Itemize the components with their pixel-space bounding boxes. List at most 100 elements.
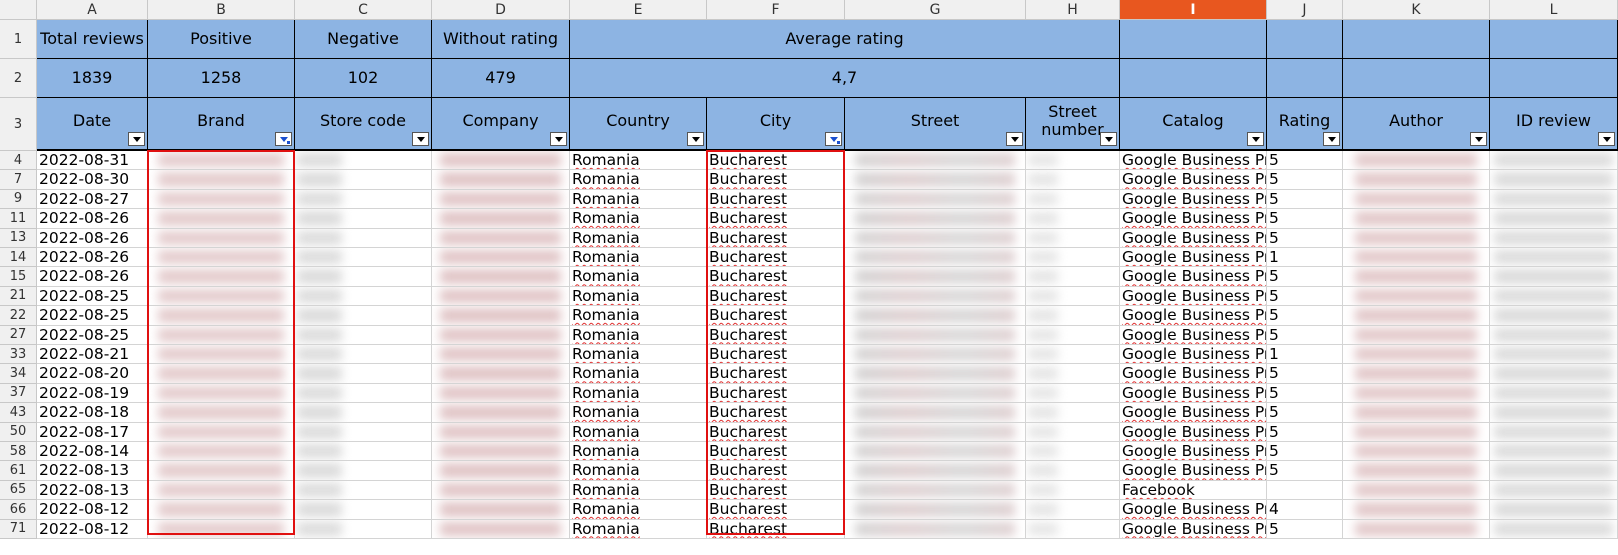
cell-catalog[interactable]: Facebook: [1120, 480, 1267, 501]
cell-street-redacted[interactable]: [845, 383, 1026, 404]
cell-author-redacted[interactable]: [1343, 461, 1490, 481]
cell-brand-redacted[interactable]: [148, 248, 295, 268]
cell-date[interactable]: 2022-08-31: [37, 151, 148, 171]
row-header[interactable]: 37: [0, 383, 37, 404]
cell-brand-redacted[interactable]: [148, 189, 295, 210]
cell-date[interactable]: 2022-08-25: [37, 306, 148, 326]
cell-street-number-redacted[interactable]: [1026, 189, 1120, 210]
cell-author-redacted[interactable]: [1343, 345, 1490, 365]
cell-store-code-redacted[interactable]: [295, 480, 432, 501]
cell-catalog[interactable]: Google Business Pr: [1120, 209, 1267, 229]
cell-date[interactable]: 2022-08-25: [37, 286, 148, 307]
cell-id-review-redacted[interactable]: [1490, 500, 1618, 520]
cell-street-number-redacted[interactable]: [1026, 480, 1120, 501]
cell-brand-redacted[interactable]: [148, 422, 295, 442]
summary-header-negative[interactable]: Negative: [295, 20, 432, 59]
cell-brand-redacted[interactable]: [148, 364, 295, 384]
cell-id-review-redacted[interactable]: [1490, 306, 1618, 326]
cell-street-number-redacted[interactable]: [1026, 345, 1120, 365]
summary-value-positive[interactable]: 1258: [148, 59, 295, 98]
table-header-store-code[interactable]: Store code: [295, 98, 432, 151]
cell-id-review-redacted[interactable]: [1490, 461, 1618, 481]
row-header[interactable]: 7: [0, 170, 37, 190]
cell-street-redacted[interactable]: [845, 422, 1026, 442]
cell-city[interactable]: Bucharest: [707, 267, 845, 287]
cell-rating[interactable]: 5: [1267, 461, 1343, 481]
cell-id-review-redacted[interactable]: [1490, 422, 1618, 442]
cell-catalog[interactable]: Google Business Pr: [1120, 325, 1267, 345]
filter-dropdown-icon[interactable]: [1598, 132, 1615, 146]
table-header-id-review[interactable]: ID review: [1490, 98, 1618, 151]
cell-id-review-redacted[interactable]: [1490, 286, 1618, 307]
cell-country[interactable]: Romania: [570, 170, 707, 190]
cell-brand-redacted[interactable]: [148, 480, 295, 501]
cell-id-review-redacted[interactable]: [1490, 442, 1618, 462]
cell-company-redacted[interactable]: [432, 189, 570, 210]
cell-rating[interactable]: 5: [1267, 442, 1343, 462]
spreadsheet-grid[interactable]: A B C D E F G H I J K L 1 2 3 Total reviews 1839 Positive…: [0, 0, 1618, 555]
row-header[interactable]: 33: [0, 345, 37, 365]
cell-city[interactable]: Bucharest: [707, 461, 845, 481]
cell-rating[interactable]: 5: [1267, 306, 1343, 326]
cell-country[interactable]: Romania: [570, 286, 707, 307]
cell-rating[interactable]: 5: [1267, 189, 1343, 210]
cell-date[interactable]: 2022-08-26: [37, 248, 148, 268]
cell-author-redacted[interactable]: [1343, 383, 1490, 404]
cell-store-code-redacted[interactable]: [295, 500, 432, 520]
cell-id-review-redacted[interactable]: [1490, 383, 1618, 404]
cell-brand-redacted[interactable]: [148, 151, 295, 171]
cell-street-number-redacted[interactable]: [1026, 461, 1120, 481]
table-header-country[interactable]: Country: [570, 98, 707, 151]
cell-rating[interactable]: 5: [1267, 519, 1343, 539]
cell-catalog[interactable]: Google Business Pr: [1120, 383, 1267, 404]
cell-author-redacted[interactable]: [1343, 228, 1490, 248]
column-header-a[interactable]: A: [37, 0, 148, 20]
cell-author-redacted[interactable]: [1343, 267, 1490, 287]
cell-street-number-redacted[interactable]: [1026, 286, 1120, 307]
table-header-rating[interactable]: Rating: [1267, 98, 1343, 151]
cell-brand-redacted[interactable]: [148, 286, 295, 307]
empty-summary-cell[interactable]: [1343, 20, 1490, 59]
cell-id-review-redacted[interactable]: [1490, 325, 1618, 345]
cell-city[interactable]: Bucharest: [707, 286, 845, 307]
cell-street-number-redacted[interactable]: [1026, 248, 1120, 268]
table-header-street[interactable]: Street: [845, 98, 1026, 151]
cell-city[interactable]: Bucharest: [707, 519, 845, 539]
cell-rating[interactable]: 4: [1267, 500, 1343, 520]
cell-date[interactable]: 2022-08-18: [37, 403, 148, 423]
cell-brand-redacted[interactable]: [148, 267, 295, 287]
cell-date[interactable]: 2022-08-26: [37, 228, 148, 248]
cell-street-redacted[interactable]: [845, 461, 1026, 481]
cell-author-redacted[interactable]: [1343, 480, 1490, 501]
column-header-l[interactable]: L: [1490, 0, 1618, 20]
cell-city[interactable]: Bucharest: [707, 442, 845, 462]
row-header[interactable]: 3: [0, 98, 37, 151]
cell-country[interactable]: Romania: [570, 442, 707, 462]
cell-brand-redacted[interactable]: [148, 442, 295, 462]
cell-company-redacted[interactable]: [432, 325, 570, 345]
cell-country[interactable]: Romania: [570, 480, 707, 501]
cell-store-code-redacted[interactable]: [295, 209, 432, 229]
column-header-h[interactable]: H: [1026, 0, 1120, 20]
cell-company-redacted[interactable]: [432, 345, 570, 365]
cell-country[interactable]: Romania: [570, 461, 707, 481]
row-header[interactable]: 61: [0, 461, 37, 481]
cell-store-code-redacted[interactable]: [295, 170, 432, 190]
table-header-catalog[interactable]: Catalog: [1120, 98, 1267, 151]
cell-country[interactable]: Romania: [570, 248, 707, 268]
row-header[interactable]: 14: [0, 248, 37, 268]
cell-catalog[interactable]: Google Business Pr: [1120, 500, 1267, 520]
cell-date[interactable]: 2022-08-26: [37, 209, 148, 229]
cell-company-redacted[interactable]: [432, 519, 570, 539]
cell-store-code-redacted[interactable]: [295, 189, 432, 210]
column-header-j[interactable]: J: [1267, 0, 1343, 20]
cell-street-redacted[interactable]: [845, 325, 1026, 345]
summary-value-without-rating[interactable]: 479: [432, 59, 570, 98]
empty-summary-cell[interactable]: [1120, 59, 1267, 98]
cell-id-review-redacted[interactable]: [1490, 403, 1618, 423]
summary-value-total-reviews[interactable]: 1839: [37, 59, 148, 98]
cell-date[interactable]: 2022-08-12: [37, 519, 148, 539]
empty-summary-cell[interactable]: [1490, 20, 1618, 59]
cell-author-redacted[interactable]: [1343, 422, 1490, 442]
cell-catalog[interactable]: Google Business Pr: [1120, 442, 1267, 462]
